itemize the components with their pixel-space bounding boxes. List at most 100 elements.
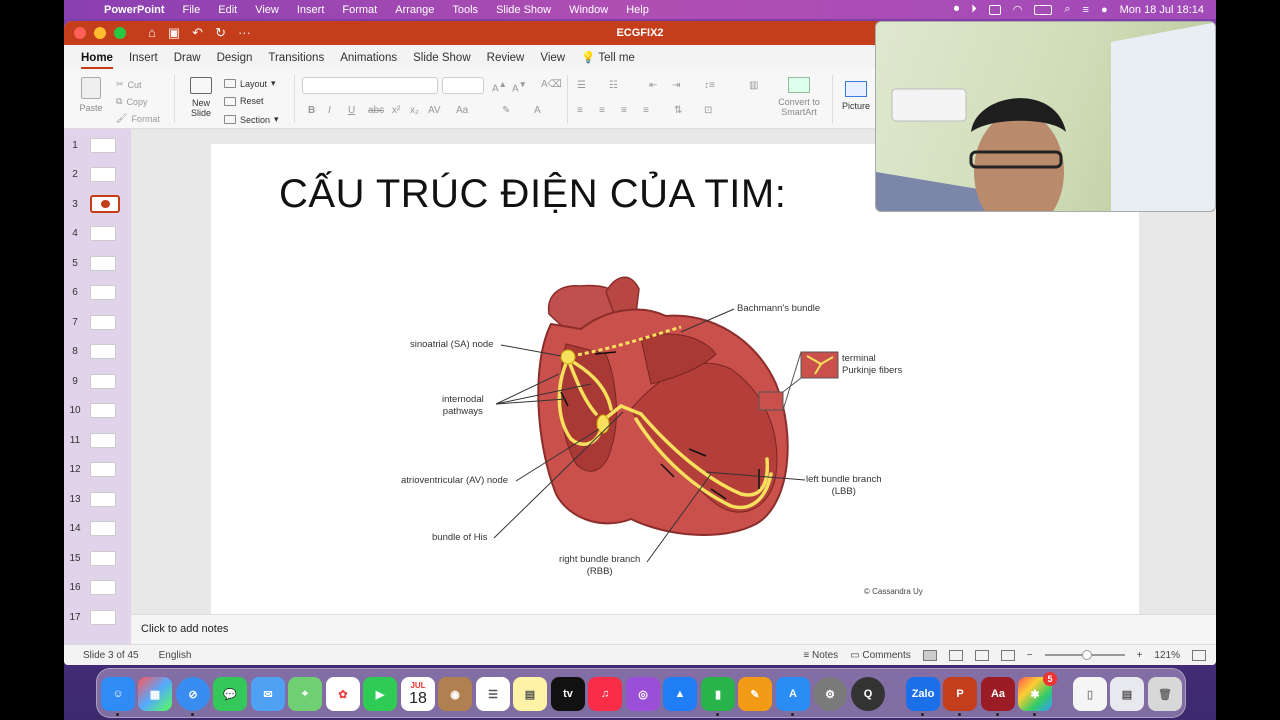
apple-tv-icon[interactable]: tv <box>551 677 585 711</box>
numbering-icon[interactable]: ☷ <box>609 80 618 91</box>
save-icon[interactable]: ▣ <box>168 25 180 41</box>
copy-button[interactable]: ⧉ Copy <box>116 96 147 107</box>
slide-thumbnail[interactable]: 10 <box>64 400 131 422</box>
underline-icon[interactable]: U <box>348 105 355 116</box>
menubar-clock[interactable]: Mon 18 Jul 18:14 <box>1120 4 1204 16</box>
document-icon[interactable]: ▯ <box>1073 677 1107 711</box>
messages-icon[interactable]: 💬 <box>213 677 247 711</box>
zoom-slider[interactable] <box>1044 650 1125 660</box>
subscript-icon[interactable]: x₂ <box>410 105 419 116</box>
slide-canvas[interactable]: CẤU TRÚC ĐIỆN CỦA TIM: Bachmann's bundle… <box>211 144 1139 614</box>
slide-thumbnail[interactable]: 11 <box>64 429 131 451</box>
slide-sorter-button[interactable] <box>948 649 963 661</box>
align-text-icon[interactable]: ⊡ <box>704 105 712 116</box>
menu-file[interactable]: File <box>174 4 210 16</box>
slide-thumbnail[interactable]: 13 <box>64 488 131 510</box>
tab-animations[interactable]: Animations <box>332 52 405 69</box>
slide-thumbnail[interactable]: 17 <box>64 606 131 628</box>
menu-tools[interactable]: Tools <box>443 4 487 16</box>
menu-view[interactable]: View <box>246 4 288 16</box>
trash-icon[interactable]: 🗑 <box>1148 677 1182 711</box>
tab-slide-show[interactable]: Slide Show <box>405 52 479 69</box>
superscript-icon[interactable]: x² <box>392 105 400 116</box>
numbers-icon[interactable]: ▮ <box>701 677 735 711</box>
play-icon[interactable]: ⏵ <box>971 3 977 16</box>
facetime-icon[interactable]: ▶ <box>363 677 397 711</box>
app-store-icon[interactable]: A <box>776 677 810 711</box>
tab-insert[interactable]: Insert <box>121 52 166 69</box>
launchpad-icon[interactable]: ▦ <box>138 677 172 711</box>
menu-format[interactable]: Format <box>333 4 386 16</box>
finder-icon[interactable]: ☺ <box>101 677 135 711</box>
zoom-level[interactable]: 121% <box>1154 650 1180 661</box>
layout-button[interactable]: Layout ▾ <box>224 78 276 89</box>
zoom-in-button[interactable]: + <box>1137 650 1143 661</box>
menu-window[interactable]: Window <box>560 4 617 16</box>
menu-slide-show[interactable]: Slide Show <box>487 4 560 16</box>
powerpoint-icon[interactable]: P <box>943 677 977 711</box>
heart-conduction-diagram[interactable] <box>211 144 1139 614</box>
decrease-indent-icon[interactable]: ⇤ <box>649 80 657 91</box>
slack-icon[interactable]: ✱ 5 <box>1018 672 1057 711</box>
slide-thumbnail[interactable]: 4 <box>64 223 131 245</box>
reading-view-button[interactable] <box>974 649 989 661</box>
minimize-window-button[interactable] <box>94 27 106 39</box>
tab-design[interactable]: Design <box>209 52 261 69</box>
clear-format-icon[interactable]: A⌫ <box>541 79 562 90</box>
pages-icon[interactable]: ✎ <box>738 677 772 711</box>
podcasts-icon[interactable]: ◎ <box>626 677 660 711</box>
undo-icon[interactable]: ↶ <box>192 25 203 41</box>
slide-thumbnail[interactable]: 8 <box>64 341 131 363</box>
tell-me-search[interactable]: 💡 Tell me <box>573 50 643 69</box>
zoom-slider-thumb[interactable] <box>1081 650 1092 660</box>
increase-indent-icon[interactable]: ⇥ <box>672 80 680 91</box>
menu-app-name[interactable]: PowerPoint <box>104 4 174 16</box>
character-spacing-icon[interactable]: AV <box>428 105 441 116</box>
reset-button[interactable]: Reset <box>224 96 264 106</box>
zoom-out-button[interactable]: − <box>1027 650 1033 661</box>
contacts-icon[interactable]: ◉ <box>438 677 472 711</box>
change-case-icon[interactable]: Aa <box>456 105 468 116</box>
photos-icon[interactable]: ✿ <box>326 677 360 711</box>
control-center-icon[interactable]: ≡ <box>1083 4 1089 16</box>
line-spacing-icon[interactable]: ↕≡ <box>704 80 715 91</box>
menu-help[interactable]: Help <box>617 4 658 16</box>
tab-view[interactable]: View <box>532 52 573 69</box>
format-painter-button[interactable]: 🖌 Format <box>116 113 160 124</box>
language-indicator[interactable]: English <box>159 650 192 661</box>
bullets-icon[interactable]: ☰ <box>577 80 586 91</box>
spotlight-icon[interactable]: ⌕ <box>1064 3 1070 16</box>
decrease-font-icon[interactable]: A▼ <box>512 79 527 94</box>
close-window-button[interactable] <box>74 27 86 39</box>
mail-icon[interactable]: ✉ <box>251 677 285 711</box>
font-color-icon[interactable]: A <box>534 105 541 116</box>
comments-button[interactable]: ▭ Comments <box>850 650 911 661</box>
maps-icon[interactable]: ⌖ <box>288 677 322 711</box>
zoom-window-button[interactable] <box>114 27 126 39</box>
italic-icon[interactable]: I <box>328 105 331 116</box>
record-icon[interactable]: ⏺ <box>954 3 960 16</box>
convert-smartart-button[interactable]: Convert to SmartArt <box>769 77 829 117</box>
slide-thumbnail[interactable]: 9 <box>64 370 131 392</box>
section-button[interactable]: Section ▾ <box>224 114 279 125</box>
home-icon[interactable]: ⌂ <box>148 25 156 41</box>
slide-thumbnail[interactable]: 2 <box>64 164 131 186</box>
slide-thumbnail[interactable]: 7 <box>64 311 131 333</box>
input-source-icon[interactable] <box>988 4 1001 15</box>
normal-view-button[interactable] <box>922 649 937 661</box>
font-size-select[interactable] <box>442 77 484 94</box>
text-direction-icon[interactable]: ⇅ <box>674 105 682 116</box>
safari-icon[interactable]: ⊘ <box>176 677 210 711</box>
system-preferences-icon[interactable]: ⚙ <box>813 677 847 711</box>
slide-thumbnail[interactable]: 12 <box>64 459 131 481</box>
slide-thumbnail[interactable]: 15 <box>64 547 131 569</box>
tab-review[interactable]: Review <box>479 52 533 69</box>
music-icon[interactable]: ♫ <box>588 677 622 711</box>
slide-thumbnail[interactable]: 1 <box>64 134 131 156</box>
picture-button[interactable]: Picture <box>840 81 872 111</box>
more-icon[interactable]: ··· <box>238 25 251 41</box>
paste-button[interactable]: Paste <box>78 77 104 113</box>
slide-show-button[interactable] <box>1000 649 1015 661</box>
highlight-icon[interactable]: ✎ <box>502 105 510 116</box>
strikethrough-icon[interactable]: abc <box>368 105 384 116</box>
